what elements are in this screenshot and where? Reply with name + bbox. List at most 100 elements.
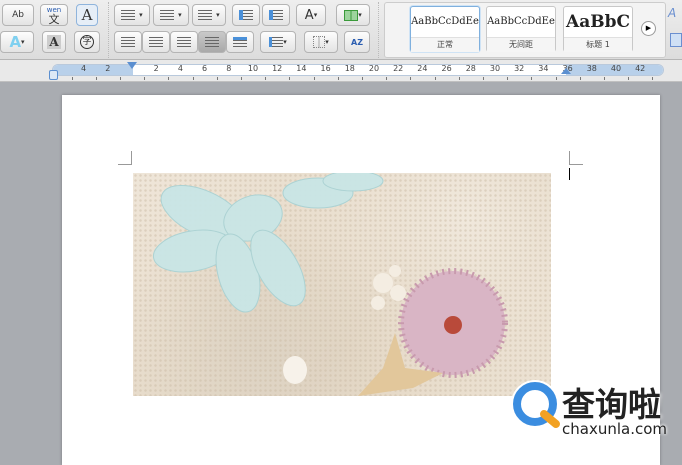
style-label: 标题 1 [564,37,632,52]
sort-icon: AZ [351,37,363,47]
styles-pane-icon[interactable] [670,33,682,47]
play-icon: ▶ [645,24,652,32]
ruler-number: 16 [320,64,331,73]
decrease-indent-button[interactable] [232,4,260,26]
style-preview: AaBbC [566,12,630,32]
watermark-brand: 查询啦 [562,385,661,424]
ruler-number: 34 [538,64,549,73]
style-label: 正常 [411,37,479,52]
align-right-icon [177,37,191,47]
multilevel-list-icon [198,10,213,20]
ruler-number: 2 [105,64,111,73]
phonetic-guide-button[interactable]: Ab [2,4,34,26]
columns-icon [344,9,359,21]
wen-char: 文 [48,13,60,26]
style-normal[interactable]: AaBbCcDdEe 正常 [410,6,480,52]
ruler-number: 18 [344,64,355,73]
increase-indent-button[interactable] [262,4,290,26]
ruler-tick [119,77,121,80]
inserted-image[interactable] [133,173,551,396]
ruler-tick [507,77,509,80]
left-margin [53,65,133,75]
crop-mark-top-left [118,151,132,165]
style-change-icon[interactable]: A [668,6,682,22]
ruler-tick [386,77,388,80]
style-heading-1[interactable]: AaBbC 标题 1 [563,6,633,52]
ruler-tick [192,77,194,80]
line-spacing-button[interactable]: ▾ [260,31,296,53]
small-shell [283,356,307,384]
enclose-characters-button[interactable]: 字 [74,31,100,53]
align-center-icon [149,37,163,47]
columns-button[interactable]: ▾ [336,4,370,26]
ruler-number: 28 [465,64,476,73]
ruler-tick [361,77,363,80]
character-border-icon: A [81,6,93,24]
text-direction-button[interactable]: A ▾ [296,4,326,26]
right-indent-marker[interactable] [561,68,571,74]
align-left-button[interactable] [114,31,142,53]
borders-button[interactable]: ▾ [304,31,338,53]
character-border-button[interactable]: A [76,4,98,26]
ruler-tick [579,77,581,80]
multilevel-list-button[interactable]: ▾ [192,4,226,26]
ruler-number: 26 [441,64,452,73]
text-effects-button[interactable]: A ▾ [0,31,34,53]
justify-button[interactable] [198,31,226,53]
text-direction-icon: A [304,7,314,23]
ruler-number: 24 [417,64,428,73]
character-shading-icon: A [47,35,61,49]
ruler-number: 4 [81,64,87,73]
styles-next-button[interactable]: ▶ [641,21,656,36]
ribbon-toolbar: Ab wen 文 A ▾ ▾ ▾ A ▾ ▾ A ▾ A 字 ▾ ▾ AZ AaBbC… [0,0,682,60]
ruler-tick [410,77,412,80]
ruler-number: 10 [247,64,259,73]
decrease-indent-icon [239,10,253,20]
align-right-button[interactable] [170,31,198,53]
bullets-icon [121,10,136,20]
ruler-number: 42 [635,64,646,73]
ruler-tick [216,77,218,80]
ruler-number: 22 [393,64,404,73]
enclose-characters-icon: 字 [80,35,94,49]
ruler-tick [168,77,170,80]
numbering-icon [160,10,175,20]
ruler-tick [603,77,605,80]
ruler-number: 20 [368,64,380,73]
ruler-tick [482,77,484,80]
justify-icon [205,37,219,47]
first-line-indent-marker[interactable] [127,62,137,69]
hanging-indent-marker[interactable] [49,70,58,80]
ruler-tick [652,77,654,80]
ruler-tick [458,77,460,80]
style-label: 无间距 [487,37,555,52]
ruler-tick [337,77,339,80]
bullets-button[interactable]: ▾ [114,4,150,26]
character-shading-button[interactable]: A [42,31,66,53]
ruler-number: 12 [272,64,283,73]
ruler-tick [95,77,97,80]
distributed-button[interactable] [226,31,254,53]
ruler-tick [628,77,630,80]
ruler-number: 32 [514,64,525,73]
numbering-button[interactable]: ▾ [153,4,189,26]
style-preview: AaBbCcDdEe [411,16,479,27]
ruler-tick [240,77,242,80]
align-left-icon [121,37,135,47]
align-center-button[interactable] [142,31,170,53]
distributed-icon [233,37,247,47]
watermark-logo: 查询啦 chaxunla.com [500,372,682,460]
ruler-tick [555,77,557,80]
line-spacing-icon [269,37,284,47]
borders-icon [313,36,326,48]
ruler-number: 2 [153,64,159,73]
sort-button[interactable]: AZ [344,31,370,53]
ruler-number: 8 [226,64,232,73]
wen-layout-button[interactable]: wen 文 [40,4,68,26]
style-no-spacing[interactable]: AaBbCcDdEe 无间距 [486,6,556,52]
ruler-tick [144,77,146,80]
crop-mark-top-right [569,151,583,165]
text-effects-icon: A [9,33,22,51]
ruler-tick [313,77,315,80]
increase-indent-icon [269,10,283,20]
